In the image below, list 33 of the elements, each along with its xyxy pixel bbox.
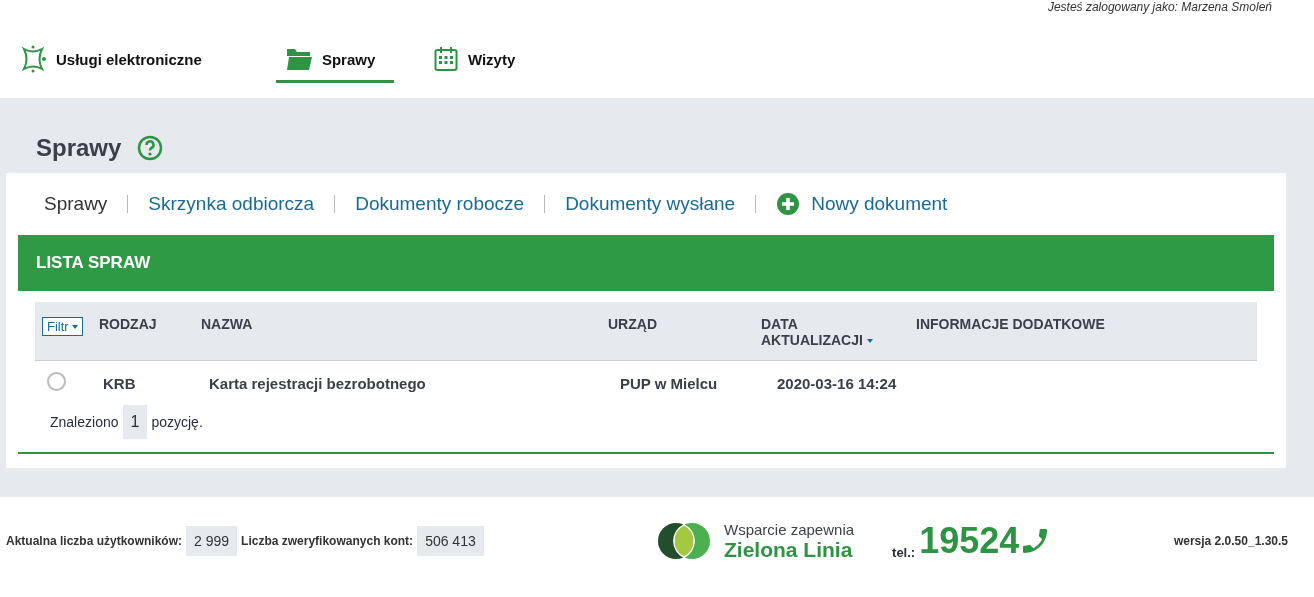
stat-value: 506 413 (417, 526, 484, 556)
filter-dropdown[interactable]: Filtr (42, 317, 83, 336)
subtab-link[interactable]: Dokumenty robocze (355, 193, 525, 215)
column-header[interactable]: RODZAJ (99, 316, 157, 332)
found-count: 1 (122, 405, 148, 439)
column-header[interactable]: URZĄD (608, 316, 657, 332)
nav-tab[interactable]: Sprawy (275, 38, 394, 83)
nav-tab[interactable]: Usługi elektroniczne (20, 38, 212, 83)
subtab-link[interactable]: Sprawy (44, 193, 108, 215)
found-text: pozycję. (151, 414, 203, 430)
subtab-link[interactable]: Skrzynka odbiorcza (148, 193, 315, 215)
table-cell: PUP w Mielcu (620, 374, 718, 392)
stat-value: 2 999 (186, 526, 238, 556)
stat-label: Liczba zweryfikowanych kont: (241, 534, 414, 548)
logged-user-text: Jesteś zalogowany jako: Marzena Smoleń (1047, 0, 1272, 14)
nav-tab[interactable]: Wizyty (423, 38, 526, 83)
page-title: Sprawy (36, 133, 122, 162)
stat-label: Aktualna liczba użytkowników: (6, 534, 183, 548)
phone-label: tel.: (892, 545, 916, 560)
version-text: wersja 2.0.50_1.30.5 (1173, 534, 1288, 548)
support-name: Zielona Linia (724, 537, 853, 562)
column-header[interactable]: NAZWA (201, 316, 253, 332)
found-text: Znaleziono (50, 414, 119, 430)
table-cell: KRB (103, 374, 136, 392)
subtab-link[interactable]: Dokumenty wysłane (565, 193, 736, 215)
column-header[interactable]: DATA AKTUALIZACJI (761, 316, 886, 348)
new-document-link[interactable]: Nowy dokument (776, 192, 948, 216)
support-text: Wsparcie zapewnia (724, 520, 855, 538)
phone-number: 19524 (919, 520, 1020, 562)
table-cell: 2020-03-16 14:24 (777, 374, 897, 392)
list-header-bar: LISTA SPRAW (18, 235, 1274, 291)
column-header[interactable]: INFORMACJE DODATKOWE (916, 316, 1105, 332)
table-cell: Karta rejestracji bezrobotnego (209, 374, 426, 392)
